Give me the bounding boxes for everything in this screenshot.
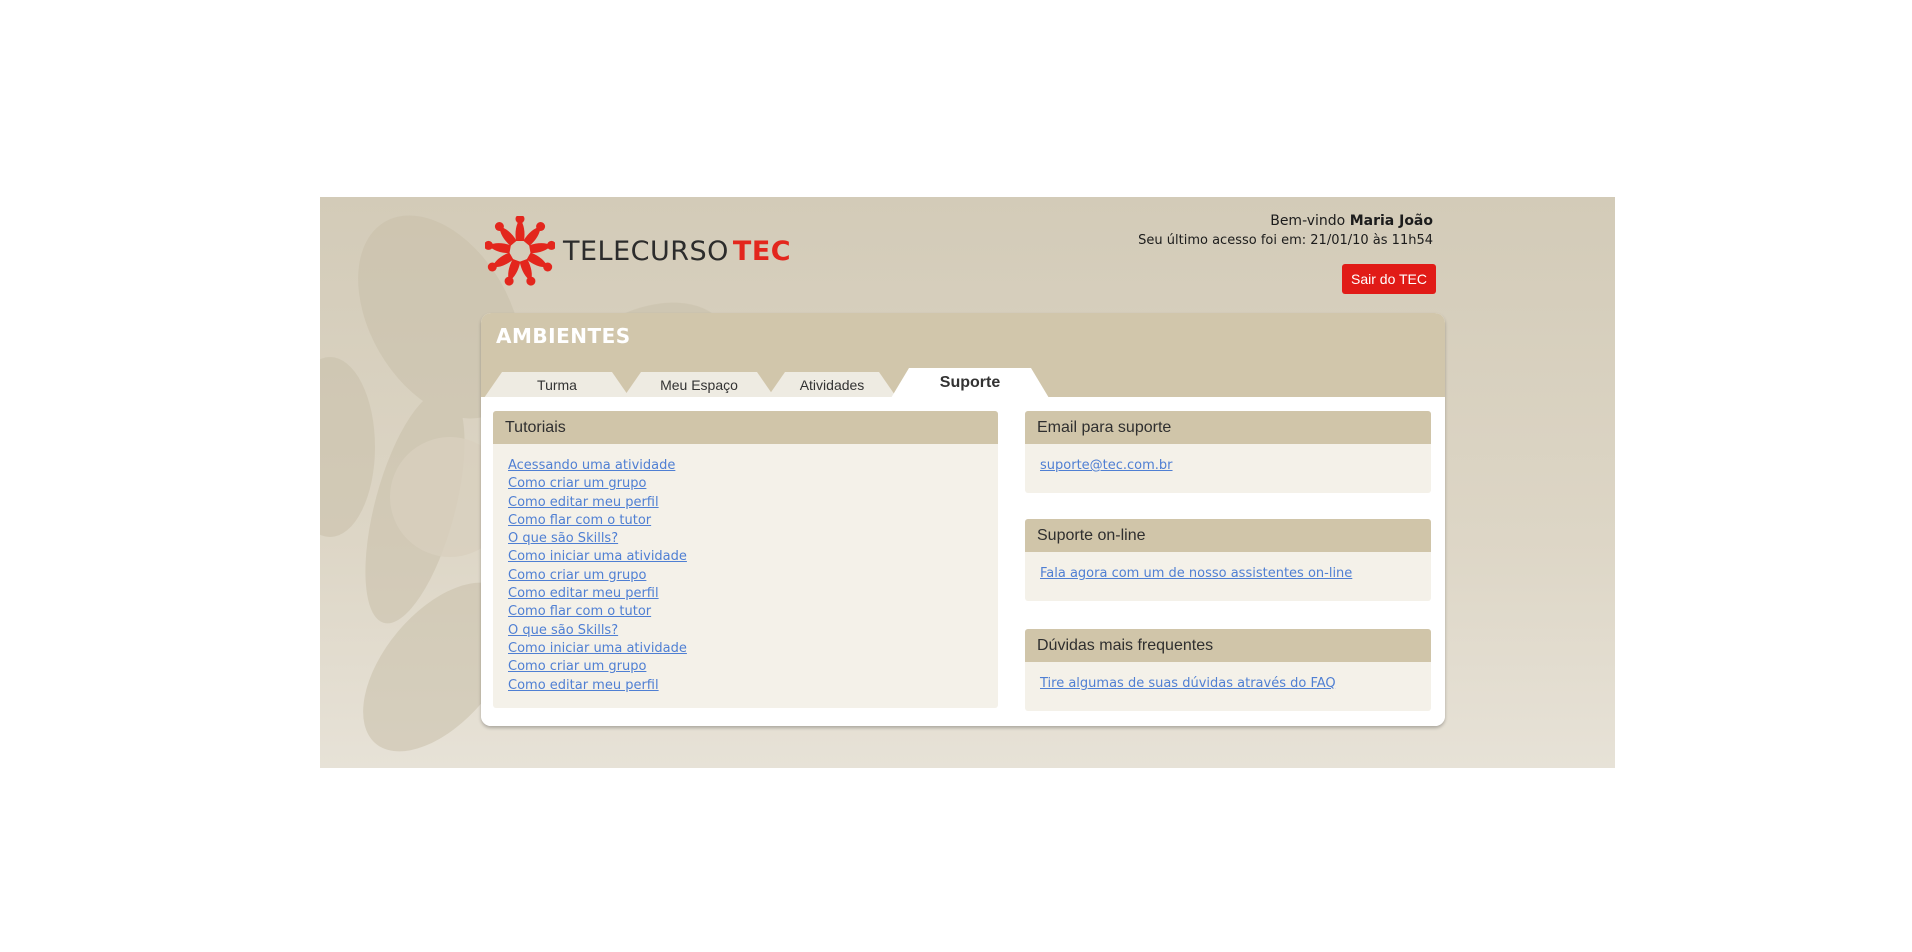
logo-text-telecurso: TELECURSO — [563, 235, 729, 267]
tutorial-link[interactable]: Como iniciar uma atividade — [508, 640, 983, 658]
tab-meu-espaco[interactable]: Meu Espaço — [623, 372, 775, 398]
user-name: Maria João — [1349, 213, 1433, 229]
tutorial-link[interactable]: Como criar um grupo — [508, 475, 983, 493]
tutorial-link[interactable]: Como flar com o tutor — [508, 603, 983, 621]
tutorial-link[interactable]: Como iniciar uma atividade — [508, 548, 983, 566]
ambientes-content: Tutoriais Acessando uma atividade Como cr… — [481, 397, 1445, 726]
tab-atividades[interactable]: Atividades — [767, 372, 897, 398]
tutorial-link[interactable]: Como flar com o tutor — [508, 512, 983, 530]
suporte-online-link[interactable]: Fala agora com um de nosso assistentes o… — [1040, 565, 1416, 583]
tab-turma[interactable]: Turma — [484, 372, 630, 398]
sun-burst-logo-icon — [485, 216, 555, 286]
tab-suporte[interactable]: Suporte — [891, 368, 1049, 398]
tutorial-link[interactable]: Como criar um grupo — [508, 658, 983, 676]
tutorial-link[interactable]: Como criar um grupo — [508, 567, 983, 585]
email-suporte-box: Email para suporte suporte@tec.com.br — [1025, 411, 1431, 493]
tutorial-link[interactable]: O que são Skills? — [508, 622, 983, 640]
tab-label: Turma — [537, 377, 577, 393]
tutoriais-list: Acessando uma atividade Como criar um gru… — [493, 444, 998, 708]
logo-text-tec: TEC — [732, 235, 792, 267]
tab-label: Meu Espaço — [660, 377, 738, 393]
tutoriais-box: Tutoriais Acessando uma atividade Como cr… — [493, 411, 998, 708]
welcome-prefix: Bem-vindo — [1270, 213, 1346, 229]
ambientes-header: AMBIENTES Turma Meu Espaço Atividades Su… — [481, 313, 1445, 397]
email-suporte-link[interactable]: suporte@tec.com.br — [1040, 457, 1416, 475]
tutorial-link[interactable]: Como editar meu perfil — [508, 494, 983, 512]
tutorial-link[interactable]: Como editar meu perfil — [508, 677, 983, 695]
tab-label: Atividades — [799, 377, 865, 393]
email-suporte-title: Email para suporte — [1025, 411, 1431, 444]
telecurso-tec-logo[interactable]: TELECURSO TEC — [485, 216, 791, 286]
tab-label: Suporte — [939, 374, 1001, 391]
ambientes-title: AMBIENTES — [496, 324, 631, 348]
tutorial-link[interactable]: Como editar meu perfil — [508, 585, 983, 603]
ambientes-panel: AMBIENTES Turma Meu Espaço Atividades Su… — [481, 313, 1445, 726]
logout-button[interactable]: Sair do TEC — [1342, 264, 1436, 294]
tutoriais-title: Tutoriais — [493, 411, 998, 444]
last-access-text: Seu último acesso foi em: 21/01/10 às 11… — [1138, 233, 1433, 248]
suporte-online-box: Suporte on-line Fala agora com um de nos… — [1025, 519, 1431, 601]
tutorial-link[interactable]: Acessando uma atividade — [508, 457, 983, 475]
faq-box: Dúvidas mais frequentes Tire algumas de … — [1025, 629, 1431, 711]
tutorial-link[interactable]: O que são Skills? — [508, 530, 983, 548]
faq-title: Dúvidas mais frequentes — [1025, 629, 1431, 662]
suporte-online-title: Suporte on-line — [1025, 519, 1431, 552]
welcome-message: Bem-vindo Maria João — [1270, 213, 1433, 229]
logo-wordmark: TELECURSO TEC — [563, 236, 791, 267]
faq-link[interactable]: Tire algumas de suas dúvidas através do … — [1040, 675, 1416, 693]
